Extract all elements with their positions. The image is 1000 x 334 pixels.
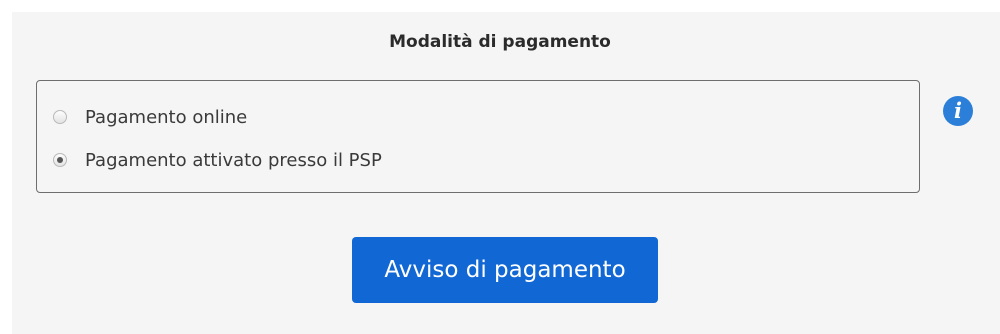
payment-options-group: Pagamento online Pagamento attivato pres… xyxy=(36,80,920,193)
option-psp-payment-label: Pagamento attivato presso il PSP xyxy=(85,149,382,171)
info-icon[interactable]: i xyxy=(943,96,973,126)
option-online-payment[interactable]: Pagamento online xyxy=(53,105,247,129)
option-online-payment-label: Pagamento online xyxy=(85,106,248,128)
radio-online-payment[interactable] xyxy=(53,110,67,124)
payment-method-title: Modalità di pagamento xyxy=(389,32,611,52)
option-psp-payment[interactable]: Pagamento attivato presso il PSP xyxy=(53,148,382,172)
payment-notice-button[interactable]: Avviso di pagamento xyxy=(352,237,658,303)
radio-psp-payment[interactable] xyxy=(53,153,67,167)
